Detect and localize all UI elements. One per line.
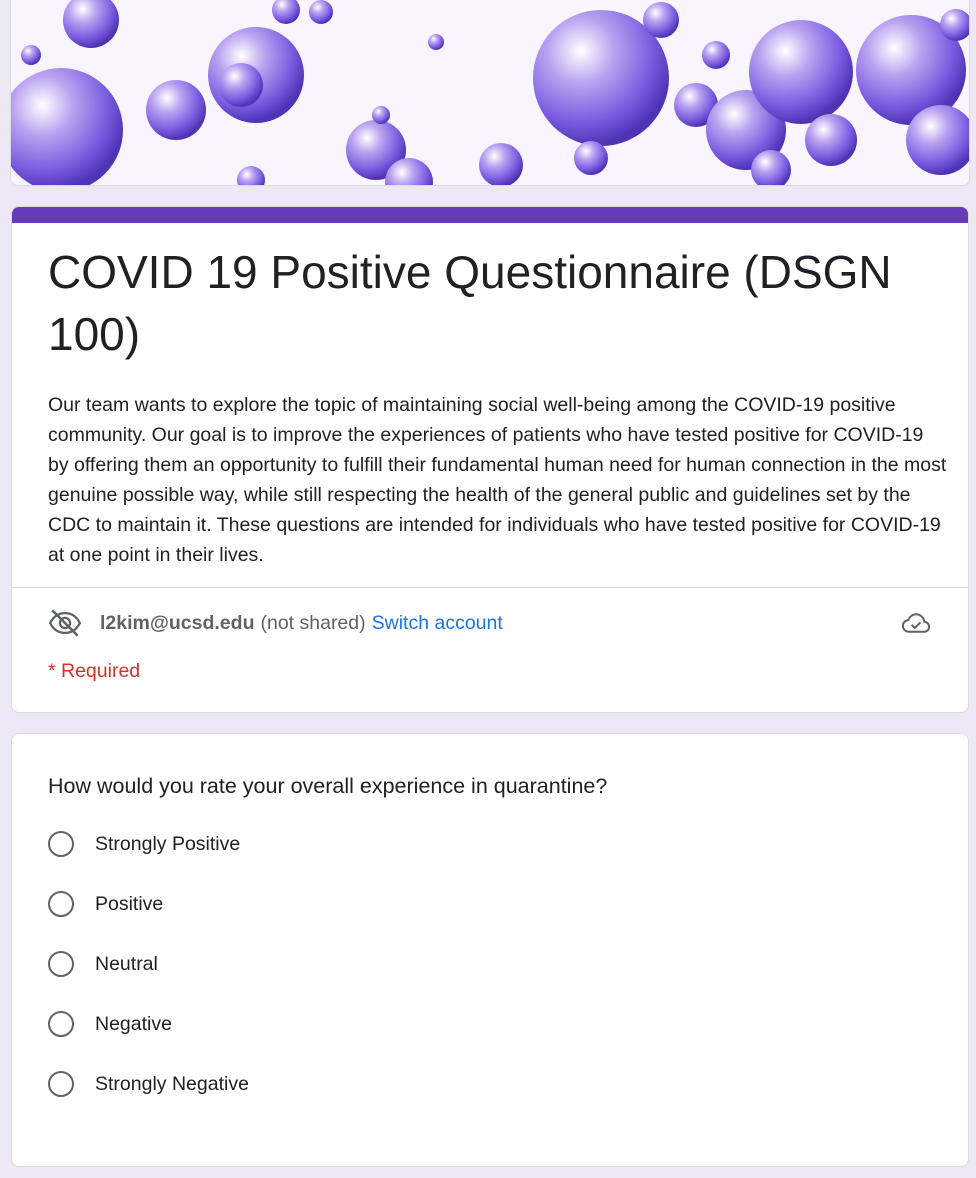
radio-button[interactable] — [48, 831, 74, 857]
account-row: l2kim@ucsd.edu (not shared) Switch accou… — [48, 605, 932, 641]
radio-button[interactable] — [48, 891, 74, 917]
eye-off-icon — [48, 609, 82, 637]
radio-option[interactable]: Strongly Positive — [48, 830, 249, 890]
radio-option-label: Negative — [95, 1013, 172, 1035]
not-shared-note: (not shared) — [260, 611, 366, 634]
form-description: Our team wants to explore the topic of m… — [48, 394, 947, 566]
radio-option[interactable]: Negative — [48, 1010, 249, 1070]
radio-group: Strongly Positive Positive Neutral Negat… — [48, 830, 249, 1130]
radio-option-label: Neutral — [95, 953, 158, 975]
account-email: l2kim@ucsd.edu — [100, 611, 255, 634]
required-note: * Required — [48, 660, 141, 682]
radio-option[interactable]: Positive — [48, 890, 249, 950]
switch-account-link[interactable]: Switch account — [372, 612, 503, 635]
header-banner-image — [10, 0, 970, 186]
form-title: COVID 19 Positive Questionnaire (DSGN 10… — [48, 246, 892, 360]
cloud-done-icon — [901, 613, 931, 633]
radio-button[interactable] — [48, 951, 74, 977]
bubbles-illustration — [11, 0, 969, 185]
question-text: How would you rate your overall experien… — [48, 774, 608, 798]
radio-option[interactable]: Strongly Negative — [48, 1070, 249, 1130]
radio-option-label: Strongly Negative — [95, 1073, 249, 1095]
divider — [12, 587, 968, 588]
radio-button[interactable] — [48, 1071, 74, 1097]
radio-option[interactable]: Neutral — [48, 950, 249, 1010]
radio-button[interactable] — [48, 1011, 74, 1037]
radio-option-label: Strongly Positive — [95, 833, 241, 855]
form-header-card: COVID 19 Positive Questionnaire (DSGN 10… — [11, 206, 969, 713]
question-card: How would you rate your overall experien… — [11, 733, 969, 1167]
radio-option-label: Positive — [95, 893, 164, 915]
accent-bar — [12, 207, 968, 223]
